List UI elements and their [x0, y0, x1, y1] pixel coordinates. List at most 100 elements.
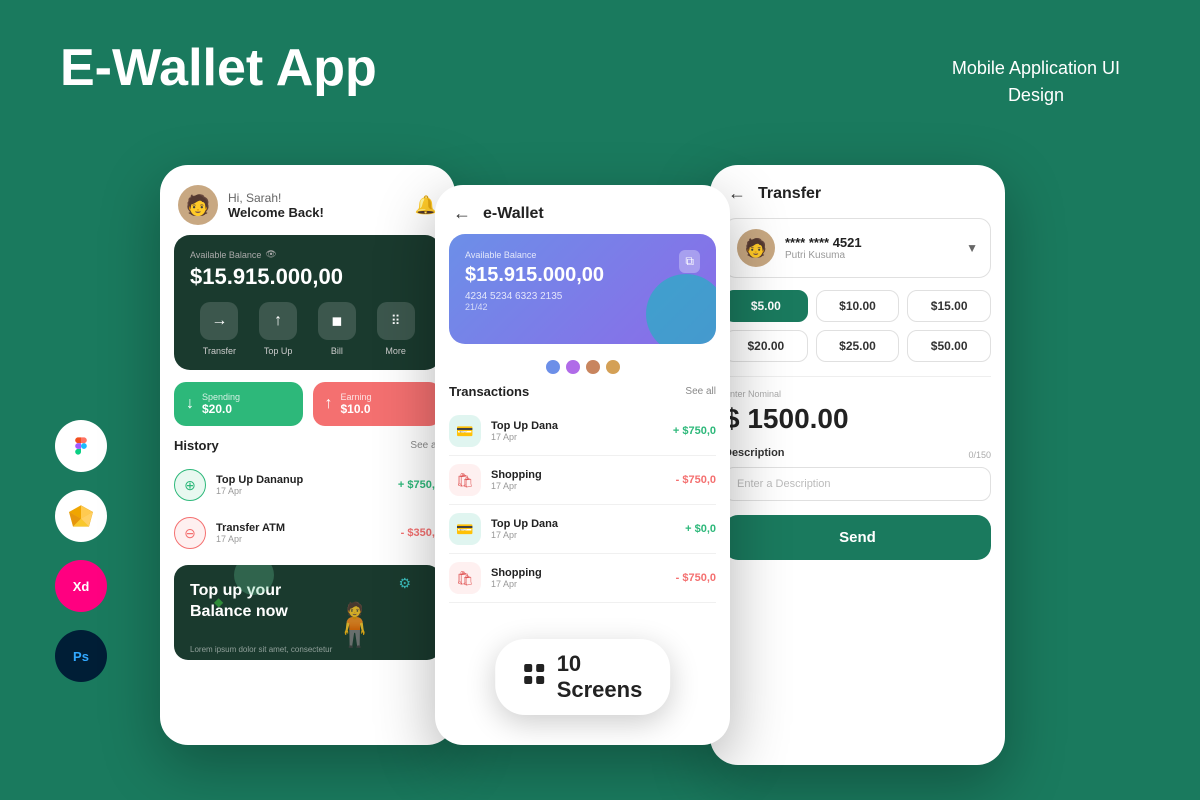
desc-counter: 0/150: [968, 450, 991, 460]
nominal-section: Enter Nominal $ 1500.00: [724, 376, 991, 435]
balance-card: Available Balance 👁 $15.915.000,00 → Tra…: [174, 235, 441, 370]
balance-label: Available Balance 👁: [190, 249, 425, 260]
wallet-tx4-date: 17 Apr: [491, 579, 666, 589]
card-dot-4[interactable]: [606, 360, 620, 374]
phone1-header: 🧑 Hi, Sarah! Welcome Back! 🔔: [160, 165, 455, 235]
wallet-card-copy-icon[interactable]: ⧉: [679, 250, 700, 273]
header-left: E-Wallet App: [60, 40, 377, 97]
app-title: E-Wallet App: [60, 40, 377, 97]
promo-figure: 🧍: [329, 601, 381, 650]
wallet-tx2-amount: - $750,0: [676, 474, 716, 486]
transaction-transfer: ⊖ Transfer ATM 17 Apr - $350,0: [160, 509, 455, 557]
phone-transfer: ← Transfer 🧑 **** **** 4521 Putri Kusuma…: [710, 165, 1005, 765]
dropdown-arrow-icon: ▼: [966, 241, 978, 255]
promo-sub: Lorem ipsum dolor sit amet, consectetur: [190, 645, 332, 654]
amount-20[interactable]: $20.00: [724, 330, 808, 362]
bell-icon[interactable]: 🔔: [415, 195, 437, 216]
ps-icon: Ps: [55, 630, 107, 682]
send-button[interactable]: Send: [724, 515, 991, 560]
bill-label: Bill: [331, 346, 343, 356]
earning-amount: $10.0: [341, 402, 372, 416]
card-selector: [435, 354, 730, 384]
amount-grid: $5.00 $10.00 $15.00 $20.00 $25.00 $50.00: [724, 290, 991, 362]
account-avatar: 🧑: [737, 229, 775, 267]
phone-home: 🧑 Hi, Sarah! Welcome Back! 🔔 Available B…: [160, 165, 455, 745]
account-name: Putri Kusuma: [785, 250, 956, 261]
earning-card: ↑ Earning $10.0: [313, 382, 442, 426]
greeting: Hi, Sarah! Welcome Back!: [228, 191, 415, 220]
spending-amount: $20.0: [202, 402, 240, 416]
screens-count: 10 Screens: [557, 651, 643, 703]
wallet-card-label: Available Balance: [465, 250, 700, 260]
history-title: History: [174, 438, 219, 453]
nominal-amount: $ 1500.00: [724, 403, 991, 435]
phone2-header: ← e-Wallet: [435, 185, 730, 234]
phone-wallet: ← e-Wallet Available Balance $15.915.000…: [435, 185, 730, 745]
wallet-tx2-date: 17 Apr: [491, 481, 666, 491]
balance-amount: $15.915.000,00: [190, 264, 425, 290]
nominal-label: Enter Nominal: [724, 389, 991, 399]
figma-icon: [55, 420, 107, 472]
phones-container: 🧑 Hi, Sarah! Welcome Back! 🔔 Available B…: [160, 165, 1150, 765]
transfer-title: Transfer: [758, 185, 821, 203]
back-arrow[interactable]: ←: [453, 203, 471, 224]
wallet-tx1-name: Top Up Dana: [491, 420, 663, 432]
wallet-tx3-amount: + $0,0: [685, 523, 716, 535]
card-dot-2[interactable]: [566, 360, 580, 374]
topup-label: Top Up: [264, 346, 293, 356]
tx2-name: Transfer ATM: [216, 522, 391, 534]
transaction-topup: ⊕ Top Up Dananup 17 Apr + $750,0: [160, 461, 455, 509]
screens-badge: 10 Screens: [495, 639, 671, 715]
desc-label: Description: [724, 447, 785, 459]
sketch-icon: [55, 490, 107, 542]
subtitle-line2: Design: [952, 82, 1120, 109]
history-header: History See all: [160, 438, 455, 461]
wallet-tx4-amount: - $750,0: [676, 572, 716, 584]
grid-icon: [523, 663, 545, 691]
xd-icon: Xd: [55, 560, 107, 612]
card-dot-1[interactable]: [546, 360, 560, 374]
see-all-transactions[interactable]: See all: [685, 386, 716, 397]
spending-card: ↓ Spending $20.0: [174, 382, 303, 426]
wallet-title: e-Wallet: [483, 205, 544, 223]
tx1-date: 17 Apr: [216, 486, 388, 496]
greeting-hi: Hi, Sarah!: [228, 191, 415, 205]
topup-icon: ⊕: [174, 469, 206, 501]
tool-icons: Xd Ps: [55, 420, 107, 682]
transactions-list: 💳 Top Up Dana 17 Apr + $750,0 🛍 Shopping…: [435, 407, 730, 603]
amount-50[interactable]: $50.00: [907, 330, 991, 362]
tx2-date: 17 Apr: [216, 534, 391, 544]
description-section: Description 0/150 Enter a Description: [724, 447, 991, 501]
greeting-welcome: Welcome Back!: [228, 205, 415, 220]
tx1-name: Top Up Dananup: [216, 474, 388, 486]
card-dot-3[interactable]: [586, 360, 600, 374]
promo-banner: Top up your Balance now Lorem ipsum dolo…: [174, 565, 441, 660]
wallet-tx1-date: 17 Apr: [491, 432, 663, 442]
amount-5[interactable]: $5.00: [724, 290, 808, 322]
amount-25[interactable]: $25.00: [816, 330, 900, 362]
wallet-tx3-icon: 💳: [449, 513, 481, 545]
wallet-tx4-name: Shopping: [491, 567, 666, 579]
desc-placeholder: Enter a Description: [737, 478, 831, 490]
wallet-tx-2: 🛍 Shopping 17 Apr - $750,0: [449, 456, 716, 505]
transactions-header: Transactions See all: [435, 384, 730, 407]
amount-10[interactable]: $10.00: [816, 290, 900, 322]
wallet-tx3-date: 17 Apr: [491, 530, 675, 540]
account-row[interactable]: 🧑 **** **** 4521 Putri Kusuma ▼: [724, 218, 991, 278]
more-label: More: [385, 346, 406, 356]
bill-btn[interactable]: ◼ Bill: [318, 302, 356, 356]
transfer-label: Transfer: [203, 346, 236, 356]
quick-actions: → Transfer ↑ Top Up ◼ Bill ⠿ More: [190, 302, 425, 356]
transfer-btn[interactable]: → Transfer: [200, 302, 238, 356]
summary-row: ↓ Spending $20.0 ↑ Earning $10.0: [174, 382, 441, 426]
transactions-title: Transactions: [449, 384, 529, 399]
transfer-back-arrow[interactable]: ←: [728, 183, 746, 204]
wallet-tx4-icon: 🛍: [449, 562, 481, 594]
wallet-tx2-name: Shopping: [491, 469, 666, 481]
wallet-tx-3: 💳 Top Up Dana 17 Apr + $0,0: [449, 505, 716, 554]
amount-15[interactable]: $15.00: [907, 290, 991, 322]
wallet-card: Available Balance $15.915.000,00 4234 52…: [449, 234, 716, 344]
desc-input[interactable]: Enter a Description: [724, 467, 991, 501]
more-btn[interactable]: ⠿ More: [377, 302, 415, 356]
topup-btn[interactable]: ↑ Top Up: [259, 302, 297, 356]
